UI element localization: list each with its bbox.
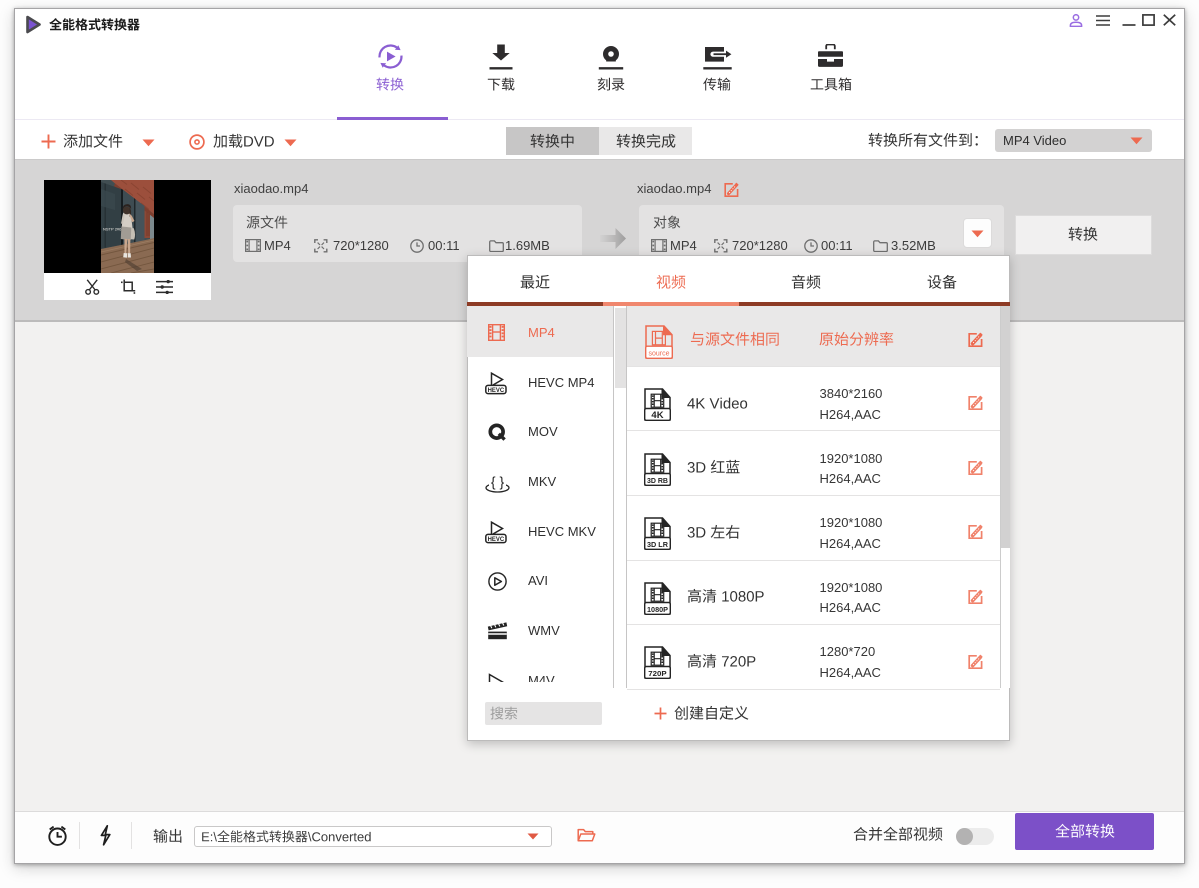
svg-text:1080P: 1080P xyxy=(647,607,668,614)
svg-text:3D LR: 3D LR xyxy=(647,542,668,549)
svg-text:{ }: { } xyxy=(491,473,505,489)
svg-text:4K: 4K xyxy=(651,410,664,420)
svg-text:720P: 720P xyxy=(648,669,666,678)
svg-text:3D RB: 3D RB xyxy=(647,478,668,485)
svg-text:HEVC: HEVC xyxy=(488,536,505,543)
svg-text:source: source xyxy=(649,349,670,358)
svg-text:NSTP 2#6: NSTP 2#6 xyxy=(103,227,122,232)
svg-text:HEVC: HEVC xyxy=(488,387,505,394)
